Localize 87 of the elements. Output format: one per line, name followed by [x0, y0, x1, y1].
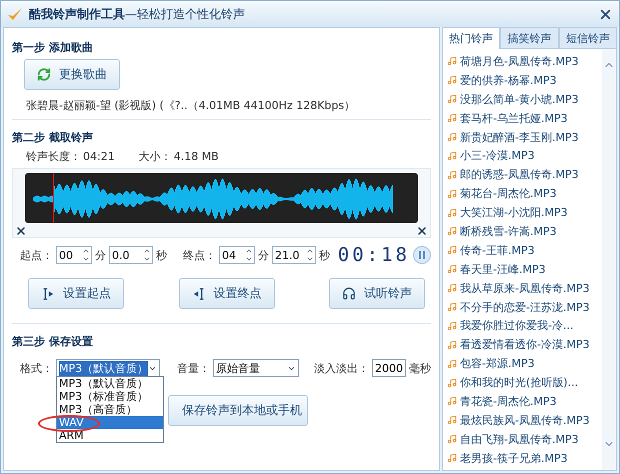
fade-label: 淡入淡出：: [314, 360, 369, 376]
music-note-icon: [447, 302, 457, 312]
ringtone-item[interactable]: 老男孩-筷子兄弟.MP3: [460, 450, 568, 466]
sidebar-tab[interactable]: 搞笑铃声: [500, 27, 559, 49]
ringtone-item[interactable]: 爱的供养-杨幂.MP3: [460, 72, 557, 88]
volume-label: 音量：: [177, 360, 210, 376]
step-heading: 第三步 保存设置: [12, 334, 94, 349]
music-note-icon: [447, 434, 457, 444]
step-heading: 第二步 截取铃声: [12, 130, 94, 145]
seconds-unit: 秒: [156, 248, 167, 262]
music-note-icon: [447, 245, 457, 256]
music-note-icon: [447, 132, 457, 142]
music-note-icon: [447, 358, 457, 369]
ringtone-item[interactable]: 我爱你胜过你爱我-冷...: [460, 318, 574, 334]
music-note-icon: [447, 340, 457, 350]
change-song-button[interactable]: 更换歌曲: [24, 59, 120, 90]
ringtone-item[interactable]: 断桥残雪-许嵩.MP3: [460, 224, 557, 239]
music-note-icon: [447, 208, 457, 218]
file-info: 张碧晨-赵丽颖-望 (影视版) (《?..（4.01MB 44100Hz 128Kbps）: [26, 98, 356, 113]
fade-unit: 毫秒: [409, 360, 431, 376]
fade-field[interactable]: 2000: [372, 359, 406, 377]
music-note-icon: [447, 378, 457, 388]
ringtone-item[interactable]: 不分手的恋爱-汪苏泷.MP3: [460, 300, 590, 315]
ringtone-item[interactable]: 新贵妃醉酒-李玉刚.MP3: [460, 130, 579, 144]
ringtone-item[interactable]: 没那么简单-黄小琥.MP3: [460, 92, 579, 107]
ringtone-item[interactable]: 青花瓷-周杰伦.MP3: [460, 394, 557, 409]
end-marker-icon: [192, 286, 206, 302]
step-heading: 第一步 添加歌曲: [12, 40, 94, 55]
music-note-icon: [447, 453, 457, 464]
time-display: 00:18: [338, 244, 410, 266]
music-note-icon: [447, 396, 457, 406]
minutes-unit: 分: [95, 248, 106, 262]
seconds-unit: 秒: [319, 248, 330, 262]
end-handle-icon[interactable]: [416, 225, 428, 237]
format-label: 格式：: [20, 360, 53, 376]
ringtone-item[interactable]: 包容-郑源.MP3: [460, 356, 535, 372]
ringtone-item[interactable]: 我从草原来-凤凰传奇.MP3: [460, 280, 590, 296]
end-button[interactable]: 设置终点: [178, 278, 274, 309]
music-note-icon: [447, 56, 457, 66]
checkmark-logo-icon: [7, 6, 23, 22]
sidebar-tab[interactable]: 热门铃声: [442, 27, 500, 49]
minutes-unit: 分: [258, 248, 269, 262]
start-label: 起点：: [20, 248, 53, 262]
music-note-icon: [447, 320, 457, 331]
ringtone-item[interactable]: 菊花台-周杰伦.MP3: [460, 186, 557, 202]
start-marker-icon: [41, 286, 55, 302]
format-option[interactable]: WAV: [57, 416, 163, 429]
ringtone-item[interactable]: 你和我的时光(抢听版)...: [460, 375, 578, 390]
pause-button[interactable]: [413, 246, 431, 264]
music-note-icon: [447, 170, 457, 180]
music-note-icon: [447, 264, 457, 274]
ringtone-item[interactable]: 荷塘月色-凤凰传奇.MP3: [460, 54, 579, 69]
ringtone-item[interactable]: 大笑江湖-小沈阳.MP3: [460, 205, 568, 220]
save-ringtone-button[interactable]: 保存铃声到本地或手机: [168, 395, 308, 426]
music-note-icon: [447, 226, 457, 236]
ringtone-item[interactable]: 传奇-王菲.MP3: [460, 242, 535, 258]
ringtone-item[interactable]: 最炫民族风-凤凰传奇.MP3: [460, 412, 590, 428]
length-value: 04:21: [83, 150, 115, 163]
music-note-icon: [447, 75, 457, 86]
music-note-icon: [447, 94, 457, 104]
listen-button[interactable]: 试听铃声: [329, 278, 425, 309]
volume-dropdown[interactable]: 原始音量: [213, 359, 299, 377]
ringtone-item[interactable]: 春天里-汪峰.MP3: [460, 262, 546, 277]
music-note-icon: [447, 113, 457, 124]
ringtone-item[interactable]: 郎的诱惑-凤凰传奇.MP3: [460, 167, 579, 182]
music-note-icon: [447, 188, 457, 199]
start-button[interactable]: 设置起点: [28, 278, 124, 309]
format-dropdown[interactable]: MP3（默认音质）: [56, 359, 160, 377]
length-label: 铃声长度：: [26, 149, 81, 164]
ringtone-item[interactable]: 小三-冷漠.MP3: [460, 148, 535, 164]
music-note-icon: [447, 283, 457, 294]
music-note-icon: [447, 415, 457, 426]
ringtone-item[interactable]: 自由飞翔-凤凰传奇.MP3: [460, 432, 579, 447]
highlight-ellipse: [38, 415, 100, 432]
music-note-icon: [447, 150, 457, 161]
size-value: 4.18 MB: [174, 150, 219, 163]
sidebar-tab[interactable]: 短信铃声: [558, 27, 617, 49]
pause-icon: [419, 251, 425, 259]
end-label: 终点：: [183, 248, 216, 262]
headphones-icon: [342, 286, 356, 301]
size-label: 大小：: [138, 149, 172, 164]
scrollbar[interactable]: [602, 49, 616, 470]
refresh-icon: [37, 67, 51, 82]
start-handle-icon[interactable]: [15, 225, 27, 237]
window-title: 酷我铃声制作工具—轻松打造个性化铃声: [29, 6, 246, 22]
ringtone-item[interactable]: 套马杆-乌兰托娅.MP3: [460, 110, 568, 126]
ringtone-item[interactable]: 看透爱情看透你-冷漠.MP3: [460, 337, 590, 352]
